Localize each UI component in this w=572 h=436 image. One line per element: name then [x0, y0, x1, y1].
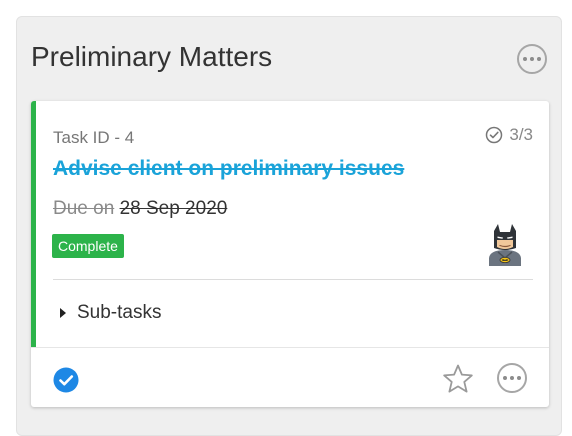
- task-card[interactable]: Task ID - 4 3/3 Advise client on prelimi…: [31, 101, 549, 407]
- due-label: Due on: [53, 198, 115, 219]
- caret-right-icon: [60, 308, 66, 318]
- task-id: Task ID - 4: [53, 128, 135, 147]
- more-dot: [503, 376, 507, 380]
- card-divider: [53, 279, 533, 280]
- more-dot: [523, 57, 527, 61]
- subtask-progress: 3/3: [485, 125, 533, 145]
- subtasks-label: Sub-tasks: [77, 302, 162, 323]
- subtask-count-text: 3/3: [509, 125, 533, 144]
- due-date-row: Due on 28 Sep 2020: [53, 198, 227, 220]
- more-dot: [510, 376, 514, 380]
- more-dot: [517, 376, 521, 380]
- check-circle-outline-icon: [486, 126, 503, 144]
- more-dot: [530, 57, 534, 61]
- batman-avatar-icon[interactable]: [483, 222, 527, 266]
- star-outline-icon[interactable]: [441, 362, 475, 396]
- task-column: Preliminary Matters Task ID - 4 3/3 Advi…: [16, 16, 562, 436]
- card-more-options-button[interactable]: [497, 363, 527, 393]
- check-circle-filled-icon[interactable]: [53, 367, 79, 393]
- more-dot: [537, 57, 541, 61]
- due-date: 28 Sep 2020: [119, 198, 228, 219]
- task-title-link[interactable]: Advise client on preliminary issues: [53, 157, 404, 181]
- status-badge: Complete: [52, 234, 124, 258]
- card-status-accent: [31, 101, 36, 347]
- card-footer: [31, 347, 549, 407]
- column-title: Preliminary Matters: [31, 41, 273, 72]
- subtasks-toggle[interactable]: Sub-tasks: [59, 302, 161, 324]
- column-more-options-button[interactable]: [517, 44, 547, 74]
